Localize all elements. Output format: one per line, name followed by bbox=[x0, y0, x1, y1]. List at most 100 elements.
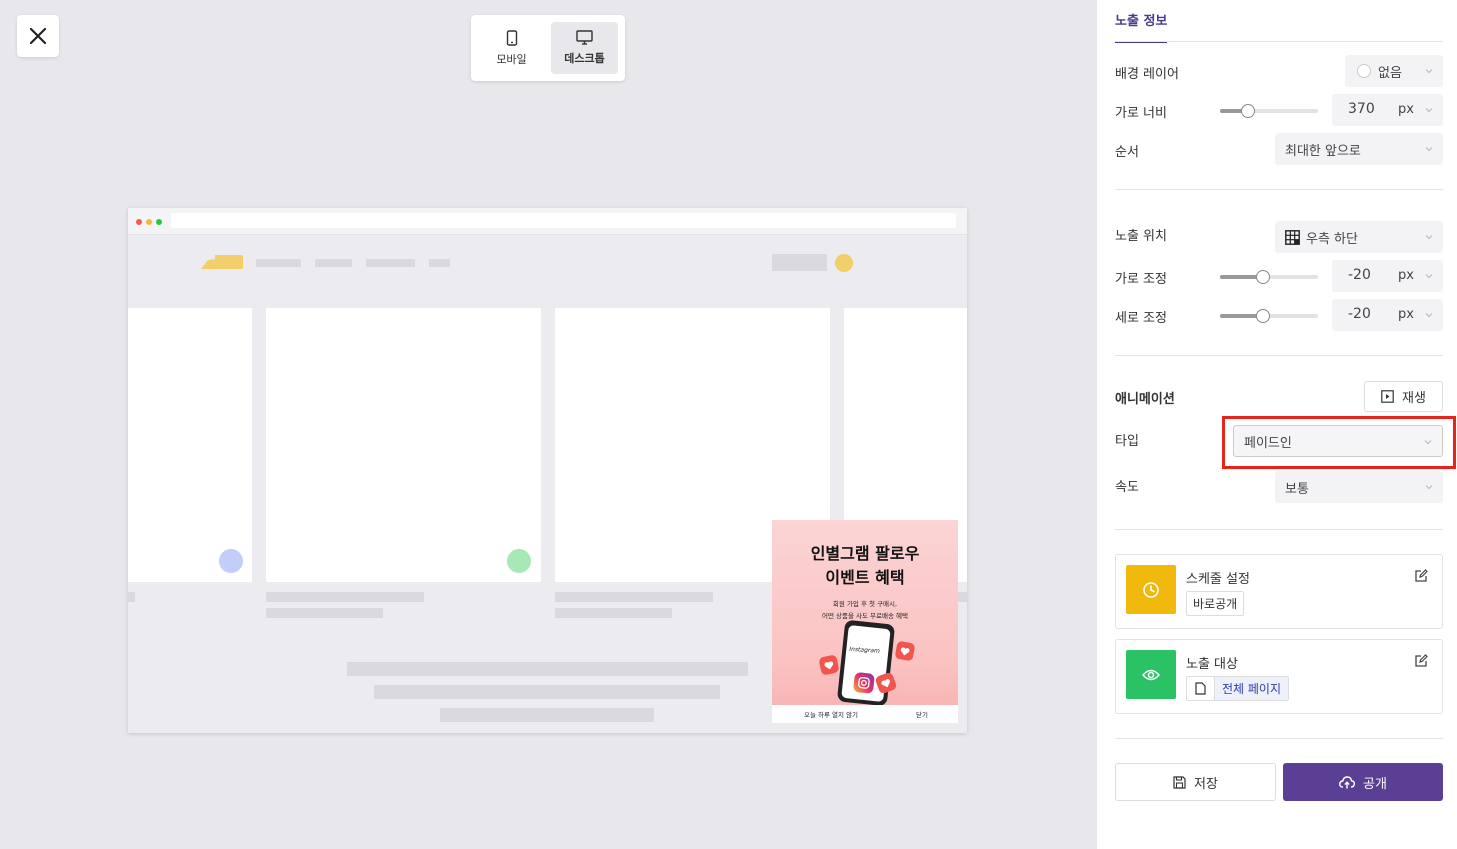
instagram-icon bbox=[852, 671, 875, 694]
animation-type-label: 타입 bbox=[1115, 434, 1139, 449]
schedule-card: 스케줄 설정 바로공개 bbox=[1115, 554, 1443, 629]
offset-y-slider[interactable] bbox=[1220, 309, 1318, 323]
offset-x-unit: px bbox=[1398, 268, 1414, 283]
header-button-placeholder bbox=[772, 254, 827, 271]
offset-x-slider[interactable] bbox=[1220, 270, 1318, 284]
mobile-button[interactable]: 모바일 bbox=[478, 22, 545, 74]
chevron-down-icon bbox=[1425, 69, 1433, 74]
desktop-button[interactable]: 데스크톱 bbox=[551, 22, 618, 74]
play-label: 재생 bbox=[1402, 391, 1426, 406]
settings-panel: 노출 정보 배경 레이어 없음 가로 너비 370 px 순서 최대한 앞으로 … bbox=[1097, 0, 1457, 849]
position-value: 우측 하단 bbox=[1306, 231, 1358, 247]
site-header-placeholder bbox=[128, 235, 967, 308]
clock-icon bbox=[1143, 581, 1159, 598]
popup-close-link[interactable]: 닫기 bbox=[916, 709, 928, 719]
edit-icon[interactable] bbox=[1414, 654, 1428, 668]
edit-icon[interactable] bbox=[1414, 569, 1428, 583]
desktop-icon bbox=[576, 30, 593, 45]
close-button[interactable] bbox=[17, 15, 59, 57]
play-icon bbox=[1381, 390, 1394, 403]
popup-preview[interactable]: 인별그램 팔로우 이벤트 혜택 회원 가입 후 첫 구매시, 어떤 상품을 사도… bbox=[772, 520, 958, 723]
publish-label: 공개 bbox=[1363, 776, 1387, 792]
chevron-down-icon[interactable] bbox=[1424, 310, 1434, 320]
schedule-tag[interactable]: 바로공개 bbox=[1186, 591, 1245, 616]
grid-icon bbox=[1285, 229, 1300, 245]
nav-placeholder bbox=[366, 259, 415, 267]
offset-x-input[interactable]: -20 px bbox=[1332, 260, 1443, 292]
target-tag[interactable]: 전체 페이지 bbox=[1186, 676, 1290, 701]
offset-x-value: -20 bbox=[1348, 267, 1371, 283]
width-label: 가로 너비 bbox=[1115, 106, 1167, 121]
width-slider[interactable] bbox=[1220, 104, 1318, 118]
animation-speed-label: 속도 bbox=[1115, 480, 1139, 495]
browser-dot-red bbox=[136, 219, 142, 225]
animation-speed-value: 보통 bbox=[1285, 481, 1309, 497]
popup-footer: 오늘 하루 열지 않기 닫기 bbox=[772, 705, 958, 723]
slider-thumb[interactable] bbox=[1256, 309, 1270, 323]
position-select[interactable]: 우측 하단 bbox=[1275, 221, 1443, 253]
popup-subtitle: 회원 가입 후 첫 구매시, 어떤 상품을 사도 무료배송 혜택 bbox=[821, 600, 908, 620]
offset-x-label: 가로 조정 bbox=[1115, 272, 1167, 287]
divider bbox=[1115, 41, 1443, 42]
animation-speed-select[interactable]: 보통 bbox=[1275, 471, 1443, 503]
circle-placeholder bbox=[219, 549, 243, 573]
background-layer-select[interactable]: 없음 bbox=[1345, 55, 1443, 87]
heart-icon bbox=[894, 640, 916, 662]
eye-icon bbox=[1142, 669, 1160, 680]
width-value: 370 bbox=[1348, 101, 1375, 117]
chevron-down-icon bbox=[1425, 485, 1433, 490]
close-icon bbox=[29, 27, 47, 45]
divider bbox=[1115, 529, 1443, 530]
divider bbox=[1115, 355, 1443, 356]
text-placeholder bbox=[374, 685, 720, 699]
device-toggle: 모바일 데스크톱 bbox=[471, 15, 625, 81]
chevron-down-icon[interactable] bbox=[1424, 271, 1434, 281]
tab-display-info[interactable]: 노출 정보 bbox=[1115, 10, 1168, 43]
divider bbox=[1115, 189, 1443, 190]
color-swatch-icon bbox=[1357, 64, 1371, 78]
nav-placeholder bbox=[429, 259, 450, 267]
chevron-down-icon[interactable] bbox=[1424, 105, 1434, 115]
text-placeholder bbox=[128, 592, 135, 602]
dont-show-today-link[interactable]: 오늘 하루 열지 않기 bbox=[804, 709, 858, 719]
text-placeholder bbox=[266, 592, 424, 602]
publish-button[interactable]: 공개 bbox=[1283, 763, 1443, 801]
order-select[interactable]: 최대한 앞으로 bbox=[1275, 133, 1443, 165]
circle-placeholder bbox=[507, 549, 531, 573]
target-icon-box bbox=[1126, 650, 1176, 699]
divider bbox=[1115, 738, 1443, 739]
card-placeholder bbox=[128, 308, 252, 582]
target-title: 노출 대상 bbox=[1186, 657, 1238, 672]
target-tag-label: 전체 페이지 bbox=[1215, 677, 1290, 700]
slider-thumb[interactable] bbox=[1241, 104, 1255, 118]
offset-y-value: -20 bbox=[1348, 306, 1371, 322]
phone-text: Instagram bbox=[849, 645, 881, 655]
offset-y-unit: px bbox=[1398, 307, 1414, 322]
schedule-title: 스케줄 설정 bbox=[1186, 572, 1250, 587]
schedule-icon-box bbox=[1126, 565, 1176, 614]
play-button[interactable]: 재생 bbox=[1364, 381, 1443, 412]
browser-dot-green bbox=[156, 219, 162, 225]
background-layer-label: 배경 레이어 bbox=[1115, 67, 1179, 82]
preview-area: 모바일 데스크톱 인별그램 팔로우 이벤트 혜택 회원 가입 후 첫 구매시, … bbox=[0, 0, 1097, 849]
position-label: 노출 위치 bbox=[1115, 229, 1167, 244]
save-button[interactable]: 저장 bbox=[1115, 763, 1276, 801]
width-input[interactable]: 370 px bbox=[1332, 94, 1443, 126]
url-bar bbox=[171, 213, 956, 228]
background-layer-value: 없음 bbox=[1378, 65, 1402, 81]
browser-mockup: 인별그램 팔로우 이벤트 혜택 회원 가입 후 첫 구매시, 어떤 상품을 사도… bbox=[128, 208, 967, 733]
desktop-label: 데스크톱 bbox=[564, 52, 605, 65]
popup-title: 인별그램 팔로우 이벤트 혜택 bbox=[810, 544, 920, 587]
avatar-placeholder bbox=[835, 254, 853, 272]
browser-dot-yellow bbox=[146, 219, 152, 225]
text-placeholder bbox=[555, 608, 672, 618]
slider-thumb[interactable] bbox=[1256, 270, 1270, 284]
offset-y-input[interactable]: -20 px bbox=[1332, 299, 1443, 331]
text-placeholder bbox=[958, 592, 967, 602]
heart-icon bbox=[818, 654, 840, 676]
text-placeholder bbox=[266, 608, 383, 618]
mobile-icon bbox=[506, 29, 517, 46]
width-unit: px bbox=[1398, 102, 1414, 117]
nav-placeholder bbox=[315, 259, 352, 267]
save-icon bbox=[1173, 775, 1186, 789]
